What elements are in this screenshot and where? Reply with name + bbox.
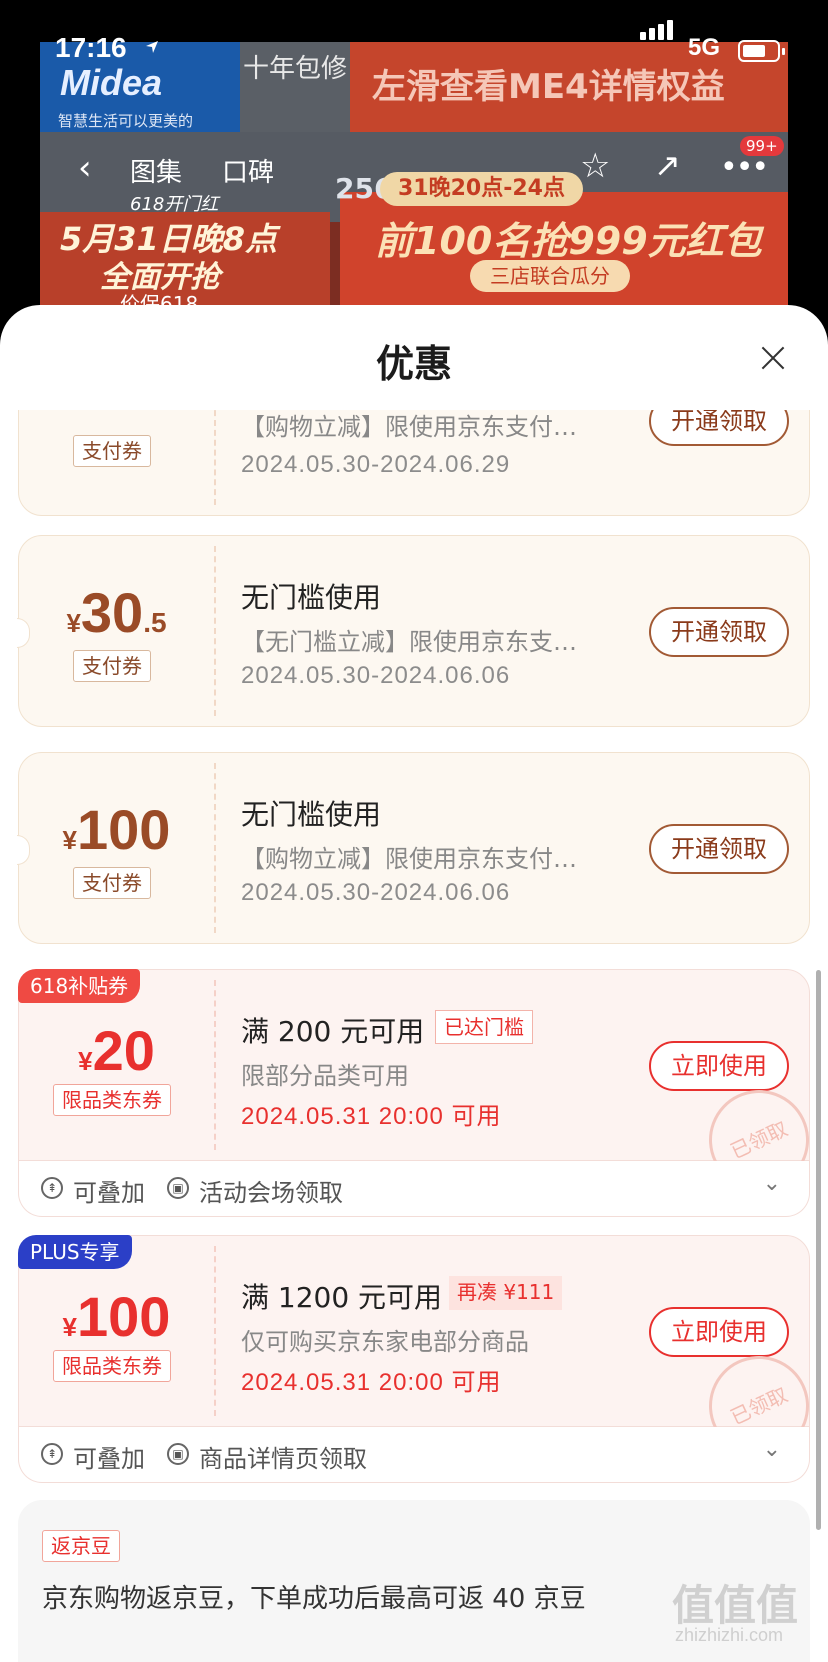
claim-button[interactable]: 开通领取 (649, 607, 789, 657)
coupon-type-label: 支付券 (73, 435, 151, 467)
coupon-list[interactable]: ¥30 支付券 【购物立减】限使用京东支付… 2024.05.30-2024.0… (0, 410, 828, 1662)
coupon-title: 满 200 元可用 (241, 1015, 425, 1048)
coupon-type-label: 支付券 (73, 650, 151, 682)
battery-icon (738, 40, 785, 62)
coupon-desc: 限部分品类可用 (241, 1062, 409, 1090)
coupon-title: 无门槛使用 (241, 581, 382, 614)
coupon-card: ¥30.5 支付券 无门槛使用 【无门槛立减】限使用京东支… 2024.05.3… (17, 535, 810, 727)
coupon-footer[interactable]: ⇞ 可叠加 ▣ 商品详情页领取 ⌄ (18, 1427, 810, 1483)
use-button[interactable]: 立即使用 (649, 1307, 789, 1357)
coupon-type-label: 限品类东券 (53, 1350, 171, 1382)
coupon-desc: 【无门槛立减】限使用京东支… (241, 628, 577, 656)
use-button[interactable]: 立即使用 (649, 1041, 789, 1091)
jingdou-tag: 返京豆 (42, 1530, 120, 1562)
tab-gallery[interactable]: 图集 (130, 152, 182, 189)
top-nav: ‹ 图集 口碑 ☆ ↗ ••• 99+ (40, 136, 788, 200)
coupon-date: 2024.05.30-2024.06.06 (241, 879, 511, 906)
status-time: 17:16 (55, 32, 127, 63)
stackable-label: 可叠加 (73, 1179, 145, 1207)
location-arrow-icon (146, 41, 158, 53)
coupon-card: ¥100 支付券 无门槛使用 【购物立减】限使用京东支付… 2024.05.30… (17, 752, 810, 944)
coupon-card: ¥30 支付券 【购物立减】限使用京东支付… 2024.05.30-2024.0… (18, 410, 810, 516)
network-label: 5G (688, 34, 721, 61)
status-bar: 17:16 5G (0, 0, 828, 92)
coupon-amount: ¥20 (78, 1019, 155, 1082)
source-label: 商品详情页领取 (199, 1445, 367, 1473)
coupon-amount: ¥100 (62, 1285, 171, 1348)
source-label: 活动会场领取 (199, 1179, 343, 1207)
watermark-url: zhizhizhi.com (675, 1625, 784, 1645)
scrollbar[interactable] (816, 970, 821, 1530)
watermark-logo: 值值值 (672, 1581, 799, 1630)
plus-badge: PLUS专享 (18, 1235, 132, 1269)
threshold-tag: 再凑 ¥111 (449, 1276, 563, 1310)
coupon-card: 618补贴券 ¥20 限品类东券 满 200 元可用 已达门槛 限部分品类可用 … (18, 969, 826, 1207)
promo-guafen: 三店联合瓜分 (470, 260, 630, 292)
coupon-amount: ¥30.5 (66, 581, 167, 644)
coupon-badge: 618补贴券 (18, 969, 141, 1003)
coupon-card: PLUS专享 ¥100 限品类东券 满 1200 元可用 再凑 ¥111 仅可购… (18, 1235, 826, 1473)
chevron-down-icon[interactable]: ⌄ (763, 1171, 781, 1196)
stack-icon: ⇞ (41, 1443, 63, 1465)
close-icon[interactable] (760, 345, 786, 371)
coupon-date: 2024.05.30-2024.06.06 (241, 662, 511, 689)
chevron-down-icon[interactable]: ⌄ (763, 1437, 781, 1462)
coupon-sheet: 优惠 ¥30 支付券 【购物立减】限使用京东支付… 2024.05.30-202… (0, 305, 828, 1662)
sheet-title: 优惠 (375, 342, 452, 386)
coupon-desc: 【购物立减】限使用京东支付… (241, 845, 577, 873)
claim-button[interactable]: 开通领取 (649, 824, 789, 874)
back-icon[interactable]: ‹ (78, 148, 92, 188)
jingdou-text: 京东购物返京豆，下单成功后最高可返 40 京豆 (42, 1584, 586, 1614)
ticket-icon: ▣ (167, 1177, 189, 1199)
coupon-footer[interactable]: ⇞ 可叠加 ▣ 活动会场领取 ⌄ (18, 1161, 810, 1217)
stack-icon: ⇞ (41, 1177, 63, 1199)
coupon-type-label: 支付券 (73, 867, 151, 899)
coupon-date: 2024.05.30-2024.06.29 (241, 451, 511, 478)
promo-hongbao: 前100名抢999元红包 (375, 219, 762, 263)
coupon-type-label: 限品类东券 (53, 1084, 171, 1116)
coupon-amount: ¥100 (62, 798, 171, 861)
coupon-date: 2024.05.31 20:00 可用 (241, 1369, 502, 1396)
coupon-title: 无门槛使用 (241, 798, 382, 831)
coupon-date: 2024.05.31 20:00 可用 (241, 1103, 502, 1130)
favorite-star-icon[interactable]: ☆ (580, 146, 610, 186)
tab-reviews[interactable]: 口碑 (222, 152, 274, 189)
share-icon[interactable]: ↗ (654, 146, 681, 184)
claim-button[interactable]: 开通领取 (649, 410, 789, 446)
coupon-desc: 【购物立减】限使用京东支付… (241, 413, 577, 441)
threshold-tag: 已达门槛 (435, 1010, 533, 1044)
message-count-badge: 99+ (740, 136, 784, 156)
coupon-title: 满 1200 元可用 (241, 1281, 443, 1314)
coupon-desc: 仅可购买京东家电部分商品 (241, 1328, 529, 1356)
brand-slogan: 智慧生活可以更美的 (58, 112, 194, 130)
ticket-icon: ▣ (167, 1443, 189, 1465)
stackable-label: 可叠加 (73, 1445, 145, 1473)
